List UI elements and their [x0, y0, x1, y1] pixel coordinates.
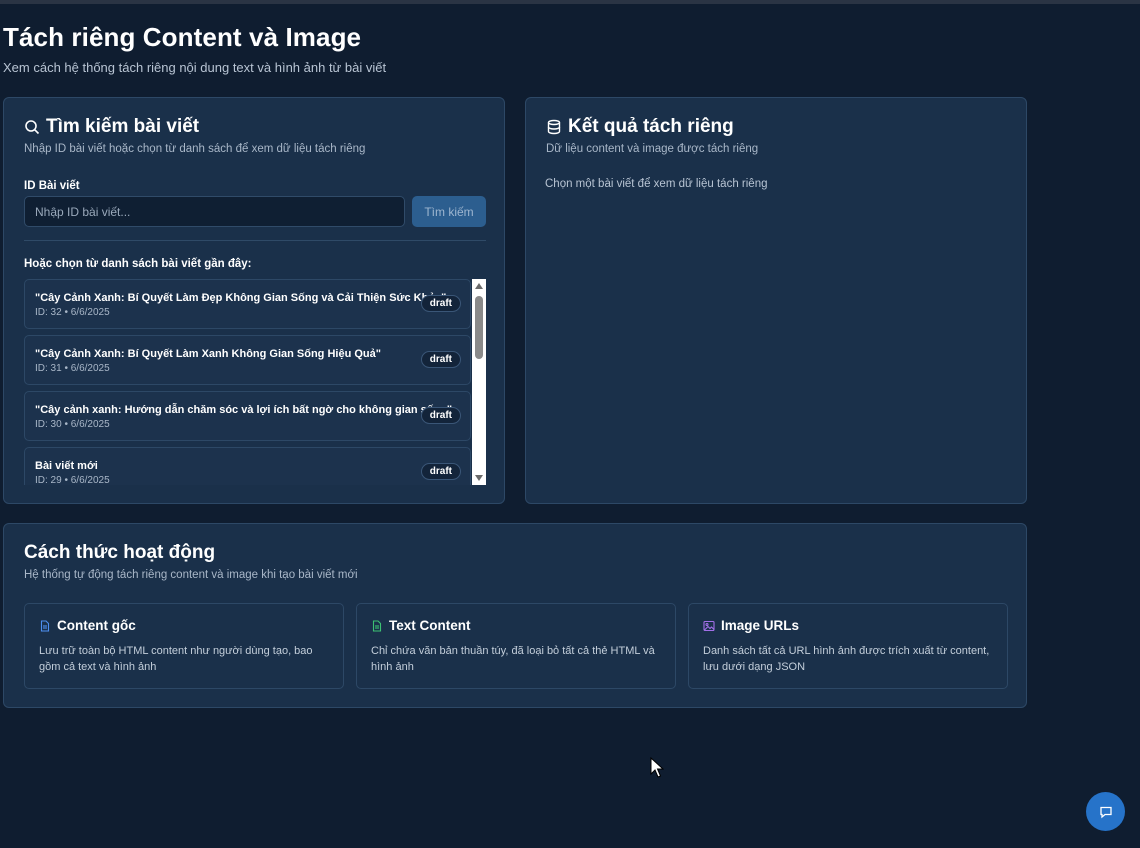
info-card-heading: Content gốc: [39, 618, 136, 633]
page-subtitle: Xem cách hệ thống tách riêng nội dung te…: [3, 60, 387, 75]
status-badge: draft: [420, 295, 461, 312]
chat-button[interactable]: [1086, 792, 1125, 831]
post-meta: ID: 31 • 6/6/2025: [35, 363, 110, 374]
info-card-heading: Text Content: [371, 618, 471, 633]
info-card-text-content: Text Content Chỉ chứa văn bản thuần túy,…: [356, 603, 676, 689]
how-it-works-card: Cách thức hoạt động Hệ thống tự động tác…: [3, 523, 1027, 708]
file-icon: [372, 619, 382, 632]
id-field-label: ID Bài viết: [24, 180, 80, 192]
search-icon: [25, 120, 40, 135]
status-badge: draft: [420, 463, 461, 480]
info-card-body: Danh sách tất cả URL hình ảnh được trích…: [703, 645, 990, 673]
scrollbar-thumb[interactable]: [475, 296, 483, 359]
how-it-works-description: Hệ thống tự động tách riêng content và i…: [24, 569, 358, 581]
scroll-up-arrow-icon[interactable]: [475, 283, 483, 289]
list-item[interactable]: Bài viết mới ID: 29 • 6/6/2025 draft: [24, 447, 471, 485]
list-scrollbar[interactable]: [472, 279, 486, 485]
recent-posts-label: Hoặc chọn từ danh sách bài viết gần đây:: [24, 258, 252, 270]
page-title: Tách riêng Content và Image: [3, 22, 362, 52]
post-meta: ID: 30 • 6/6/2025: [35, 419, 110, 430]
status-badge: draft: [420, 407, 461, 424]
result-card-title: Kết quả tách riêng: [546, 116, 734, 138]
divider: [24, 240, 486, 241]
post-title: "Cây cảnh xanh: Hướng dẫn chăm sóc và lợ…: [35, 404, 453, 416]
info-card-image-urls: Image URLs Danh sách tất cả URL hình ảnh…: [688, 603, 1008, 689]
result-card-title-text: Kết quả tách riêng: [568, 116, 734, 137]
post-title: "Cây Cảnh Xanh: Bí Quyết Làm Xanh Không …: [35, 348, 381, 360]
search-card-description: Nhập ID bài viết hoặc chọn từ danh sách …: [24, 143, 366, 155]
list-item[interactable]: "Cây Cảnh Xanh: Bí Quyết Làm Xanh Không …: [24, 335, 471, 385]
post-title: "Cây Cảnh Xanh: Bí Quyết Làm Đẹp Không G…: [35, 292, 447, 304]
post-title: Bài viết mới: [35, 460, 98, 472]
info-card-body: Chỉ chứa văn bản thuần túy, đã loại bỏ t…: [371, 645, 655, 673]
search-card-title: Tìm kiếm bài viết: [24, 116, 199, 138]
result-card-description: Dữ liệu content và image được tách riêng: [546, 143, 759, 155]
search-card-title-text: Tìm kiếm bài viết: [46, 116, 200, 137]
info-card-title: Content gốc: [57, 618, 136, 633]
scroll-down-arrow-icon[interactable]: [475, 475, 483, 481]
how-it-works-title: Cách thức hoạt động: [24, 542, 216, 563]
search-card: Tìm kiếm bài viết Nhập ID bài viết hoặc …: [3, 97, 505, 504]
file-text-icon: [40, 619, 50, 632]
mouse-cursor-icon: [650, 757, 664, 778]
info-card-title: Text Content: [389, 618, 471, 633]
chat-icon: [1099, 806, 1112, 818]
list-item[interactable]: "Cây Cảnh Xanh: Bí Quyết Làm Đẹp Không G…: [24, 279, 471, 329]
info-card-content-goc: Content gốc Lưu trữ toàn bộ HTML content…: [24, 603, 344, 689]
post-meta: ID: 32 • 6/6/2025: [35, 307, 110, 318]
top-border: [0, 0, 1140, 4]
recent-posts-list[interactable]: "Cây Cảnh Xanh: Bí Quyết Làm Đẹp Không G…: [24, 279, 486, 485]
post-meta: ID: 29 • 6/6/2025: [35, 475, 110, 485]
info-card-title: Image URLs: [721, 618, 800, 633]
status-badge: draft: [420, 351, 461, 368]
info-card-heading: Image URLs: [703, 618, 799, 633]
post-id-input[interactable]: [24, 196, 405, 227]
info-card-body: Lưu trữ toàn bộ HTML content như người d…: [39, 645, 313, 673]
image-icon: [703, 620, 715, 631]
list-item[interactable]: "Cây cảnh xanh: Hướng dẫn chăm sóc và lợ…: [24, 391, 471, 441]
result-card: Kết quả tách riêng Dữ liệu content và im…: [525, 97, 1027, 504]
search-button[interactable]: Tìm kiếm: [412, 196, 486, 227]
result-empty-state: Chọn một bài viết để xem dữ liệu tách ri…: [545, 178, 768, 190]
database-icon: [547, 119, 561, 135]
